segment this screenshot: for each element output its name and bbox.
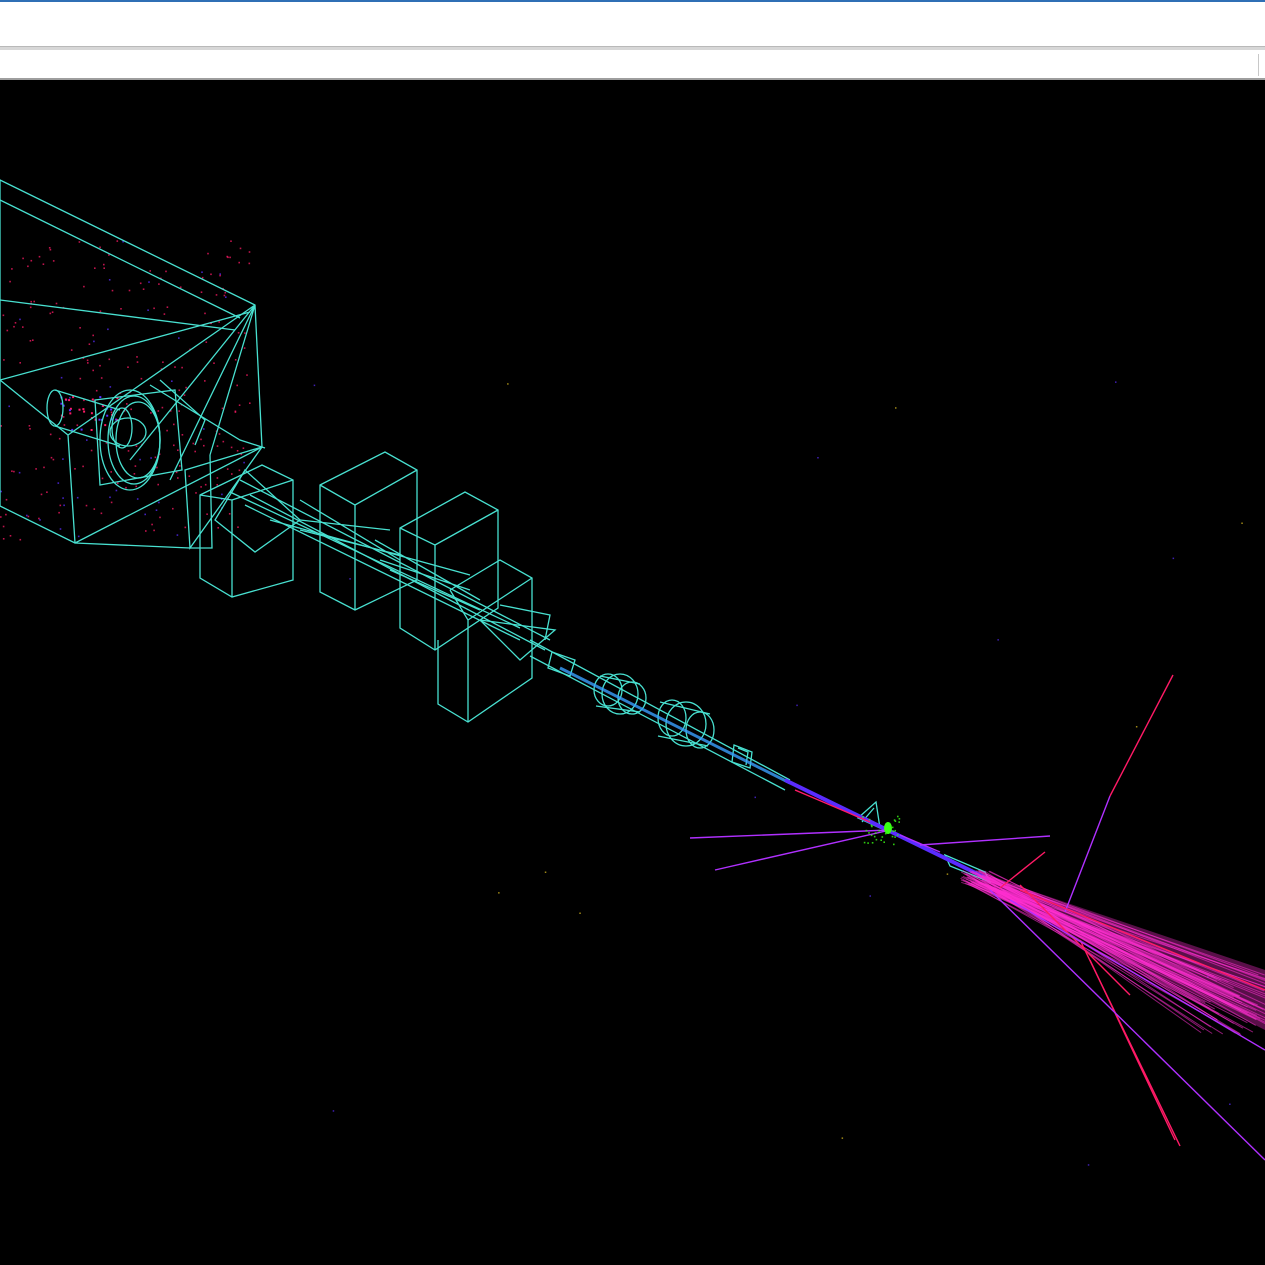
charged-track (1064, 795, 1111, 913)
charged-track (999, 851, 1046, 889)
charged-track (794, 789, 871, 823)
magnet-stations (199, 451, 557, 723)
tab-bar-divider (1258, 54, 1259, 76)
charged-track (919, 835, 1051, 846)
charged-tracks (689, 674, 1265, 1161)
3d-event-viewport[interactable] (0, 84, 1265, 1265)
background-hits (0, 240, 1243, 1166)
view-tab-bar (0, 50, 1265, 80)
event-display-window (0, 0, 1265, 1265)
primary-vertex (884, 822, 892, 834)
toolbar (0, 2, 1265, 47)
event-scene (0, 179, 1265, 1166)
detector-geometry-wireframe (0, 179, 992, 884)
beam-track (559, 666, 991, 882)
calorimeter-box (0, 179, 263, 550)
charged-track (1109, 674, 1174, 797)
